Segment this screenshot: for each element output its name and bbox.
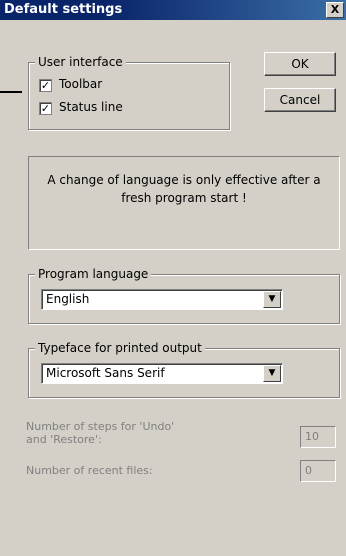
language-notice-text: A change of language is only effective a… (47, 173, 321, 205)
user-interface-group: User interface ✓ Toolbar ✓ Status line (28, 55, 230, 130)
toolbar-checkbox[interactable]: ✓ (39, 79, 52, 92)
program-language-group: Program language English ▼ (28, 267, 340, 324)
cancel-button[interactable]: Cancel (264, 88, 336, 112)
close-button[interactable]: X (326, 2, 344, 18)
program-language-select[interactable]: English ▼ (41, 289, 283, 310)
typeface-group: Typeface for printed output Microsoft Sa… (28, 341, 340, 398)
undo-steps-label: Number of steps for 'Undo' and 'Restore'… (26, 420, 175, 446)
pointer-line (0, 91, 22, 93)
ok-button[interactable]: OK (264, 52, 336, 76)
title-bar[interactable]: Default settings X (0, 0, 346, 20)
program-language-label: Program language (35, 267, 152, 281)
user-interface-label: User interface (35, 55, 126, 69)
undo-steps-field: 10 (300, 426, 336, 448)
language-notice-panel: A change of language is only effective a… (28, 156, 340, 250)
status-line-checkbox[interactable]: ✓ (39, 102, 52, 115)
window-title: Default settings (4, 2, 123, 17)
status-line-label[interactable]: Status line (59, 100, 123, 114)
chevron-down-icon[interactable]: ▼ (263, 365, 281, 382)
recent-files-label: Number of recent files: (26, 464, 153, 477)
program-language-value: English (46, 292, 90, 306)
toolbar-label[interactable]: Toolbar (59, 77, 102, 91)
recent-files-field: 0 (300, 460, 336, 482)
chevron-down-icon[interactable]: ▼ (263, 291, 281, 308)
typeface-select[interactable]: Microsoft Sans Serif ▼ (41, 363, 283, 384)
typeface-value: Microsoft Sans Serif (46, 366, 165, 380)
typeface-label: Typeface for printed output (35, 341, 205, 355)
default-settings-dialog: Default settings X User interface ✓ Tool… (0, 0, 346, 556)
